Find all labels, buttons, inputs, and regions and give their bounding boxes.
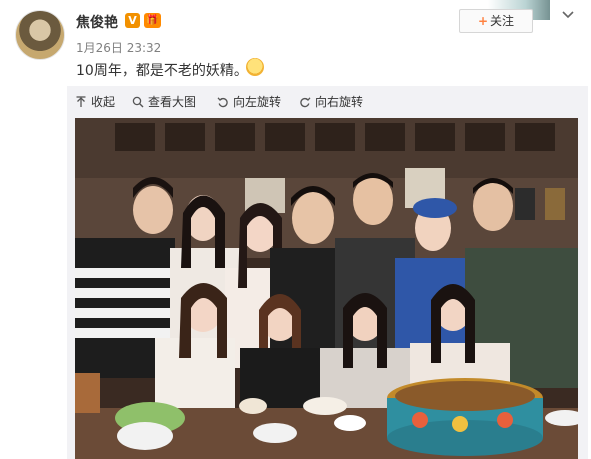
follow-button[interactable]: + 关注: [459, 9, 533, 33]
rotate-right-button[interactable]: 向右旋转: [299, 93, 363, 110]
rotate-left-button[interactable]: 向左旋转: [217, 93, 281, 110]
group-photo-image[interactable]: [75, 118, 578, 459]
follow-button-label: 关注: [490, 14, 515, 28]
post-header: 焦俊艳 V 🎁 1月26日 23:32 10周年，都是不老的妖精。 + 关注: [0, 0, 591, 86]
chevron-down-icon[interactable]: [561, 8, 575, 22]
view-large-label: 查看大图: [148, 95, 197, 109]
view-large-button[interactable]: 查看大图: [132, 93, 196, 110]
verified-badge-icon[interactable]: V: [125, 13, 140, 28]
post-timestamp[interactable]: 1月26日 23:32: [76, 39, 161, 56]
member-badge-icon[interactable]: 🎁: [144, 13, 161, 28]
media-panel: 收起 查看大图 向左旋转 向右旋转: [67, 86, 588, 459]
post-text: 10周年，都是不老的妖精。: [76, 63, 248, 79]
magnifier-icon: [132, 96, 144, 107]
grinning-emoji-icon: [246, 58, 264, 76]
collapse-icon: [76, 95, 86, 107]
rotate-right-label: 向右旋转: [315, 95, 364, 109]
avatar[interactable]: [15, 10, 65, 60]
collapse-button[interactable]: 收起: [75, 93, 115, 110]
rotate-left-label: 向左旋转: [233, 95, 282, 109]
plus-icon: +: [477, 14, 489, 28]
rotate-right-icon: [300, 96, 311, 107]
collapse-label: 收起: [91, 95, 116, 109]
username[interactable]: 焦俊艳: [76, 12, 118, 32]
rotate-left-icon: [217, 96, 228, 107]
photo-illustration: [75, 118, 578, 459]
media-toolbar: 收起 查看大图 向左旋转 向右旋转: [67, 86, 588, 116]
